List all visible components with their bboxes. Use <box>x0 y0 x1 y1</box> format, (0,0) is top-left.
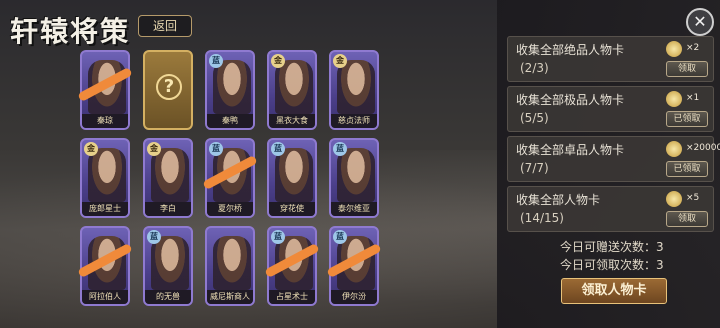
character-portrait <box>151 236 189 290</box>
card-name: 秦鸭 <box>207 114 253 128</box>
card-name: 李白 <box>145 202 191 216</box>
character-portrait <box>151 148 189 202</box>
claimed-task-button[interactable]: 已领取 <box>666 111 708 127</box>
rarity-badge-icon: 蓝 <box>333 230 347 244</box>
character-card[interactable]: 蓝穿花使 <box>267 138 317 218</box>
task-progress: (5/5) <box>520 111 549 125</box>
character-portrait <box>275 148 313 202</box>
claim-count-label: 今日可领取次数：3 <box>560 258 664 272</box>
reward-count: ×1 <box>686 93 700 103</box>
reward-count: ×5 <box>686 193 700 203</box>
task-title: 收集全部人物卡 <box>516 193 601 207</box>
rarity-badge-icon: 金 <box>147 142 161 156</box>
card-name: 占星术士 <box>269 290 315 304</box>
question-mark-icon: ? <box>156 74 182 100</box>
rarity-badge-icon: 蓝 <box>147 230 161 244</box>
close-button[interactable]: ✕ <box>686 8 714 36</box>
task-collect-premium: 收集全部极品人物卡 (5/5) ×1 已领取 <box>507 86 714 132</box>
task-collect-exquisite: 收集全部绝品人物卡 (2/3) ×2 领取 <box>507 36 714 82</box>
task-progress: (7/7) <box>520 161 549 175</box>
rarity-badge-icon: 蓝 <box>271 230 285 244</box>
rarity-badge-icon: 金 <box>333 54 347 68</box>
claim-task-button[interactable]: 领取 <box>666 211 708 227</box>
character-card[interactable]: 蓝秦鸭 <box>205 50 255 130</box>
gift-count-label: 今日可赠送次数：3 <box>560 240 664 254</box>
character-card[interactable]: 金慈贞法师 <box>329 50 379 130</box>
character-portrait <box>337 148 375 202</box>
back-button[interactable]: 返回 <box>138 15 192 37</box>
card-name: 泰尔维亚 <box>331 202 377 216</box>
card-name: 慈贞法师 <box>331 114 377 128</box>
character-portrait <box>213 236 251 290</box>
card-name: 阿拉伯人 <box>82 290 128 304</box>
reward-item-icon <box>666 41 682 57</box>
character-card[interactable]: 金李白 <box>143 138 193 218</box>
reward-item-icon <box>666 191 682 207</box>
card-name: 秦琼 <box>82 114 128 128</box>
character-portrait <box>213 60 251 114</box>
task-title: 收集全部卓品人物卡 <box>516 143 625 157</box>
character-portrait <box>337 60 375 114</box>
character-card[interactable]: 威尼斯商人 <box>205 226 255 306</box>
rarity-badge-icon: 蓝 <box>333 142 347 156</box>
claim-card-button[interactable]: 领取人物卡 <box>561 278 667 304</box>
task-progress: (2/3) <box>520 61 549 75</box>
reward-item-icon <box>666 91 682 107</box>
task-collect-excellent: 收集全部卓品人物卡 (7/7) ×20000 已领取 <box>507 136 720 182</box>
reward-count: ×20000 <box>686 143 720 153</box>
card-name: 的无兽 <box>145 290 191 304</box>
character-portrait <box>275 60 313 114</box>
character-card[interactable]: 金黑衣大食 <box>267 50 317 130</box>
task-title: 收集全部极品人物卡 <box>516 93 625 107</box>
page-title: 轩辕将策 <box>10 15 131 48</box>
rarity-badge-icon: 蓝 <box>209 54 223 68</box>
card-name: 伊尔汾 <box>331 290 377 304</box>
character-portrait <box>88 148 126 202</box>
card-name: 穿花使 <box>269 202 315 216</box>
task-progress: (14/15) <box>520 211 564 225</box>
rarity-badge-icon: 蓝 <box>271 142 285 156</box>
character-card[interactable]: 蓝的无兽 <box>143 226 193 306</box>
card-name: 庞郎星士 <box>82 202 128 216</box>
character-card[interactable]: 金庞郎星士 <box>80 138 130 218</box>
character-card[interactable]: 蓝泰尔维亚 <box>329 138 379 218</box>
rarity-badge-icon: 金 <box>271 54 285 68</box>
reward-count: ×2 <box>686 43 700 53</box>
card-name: 黑衣大食 <box>269 114 315 128</box>
claimed-task-button[interactable]: 已领取 <box>666 161 708 177</box>
card-name: 夏尔桥 <box>207 202 253 216</box>
rarity-badge-icon: 蓝 <box>209 142 223 156</box>
locked-card[interactable]: ? <box>143 50 193 130</box>
rarity-badge-icon: 金 <box>84 142 98 156</box>
gold-coin-icon <box>666 141 682 157</box>
task-title: 收集全部绝品人物卡 <box>516 43 625 57</box>
card-name: 威尼斯商人 <box>207 290 253 304</box>
claim-task-button[interactable]: 领取 <box>666 61 708 77</box>
task-collect-all: 收集全部人物卡 (14/15) ×5 领取 <box>507 186 714 232</box>
